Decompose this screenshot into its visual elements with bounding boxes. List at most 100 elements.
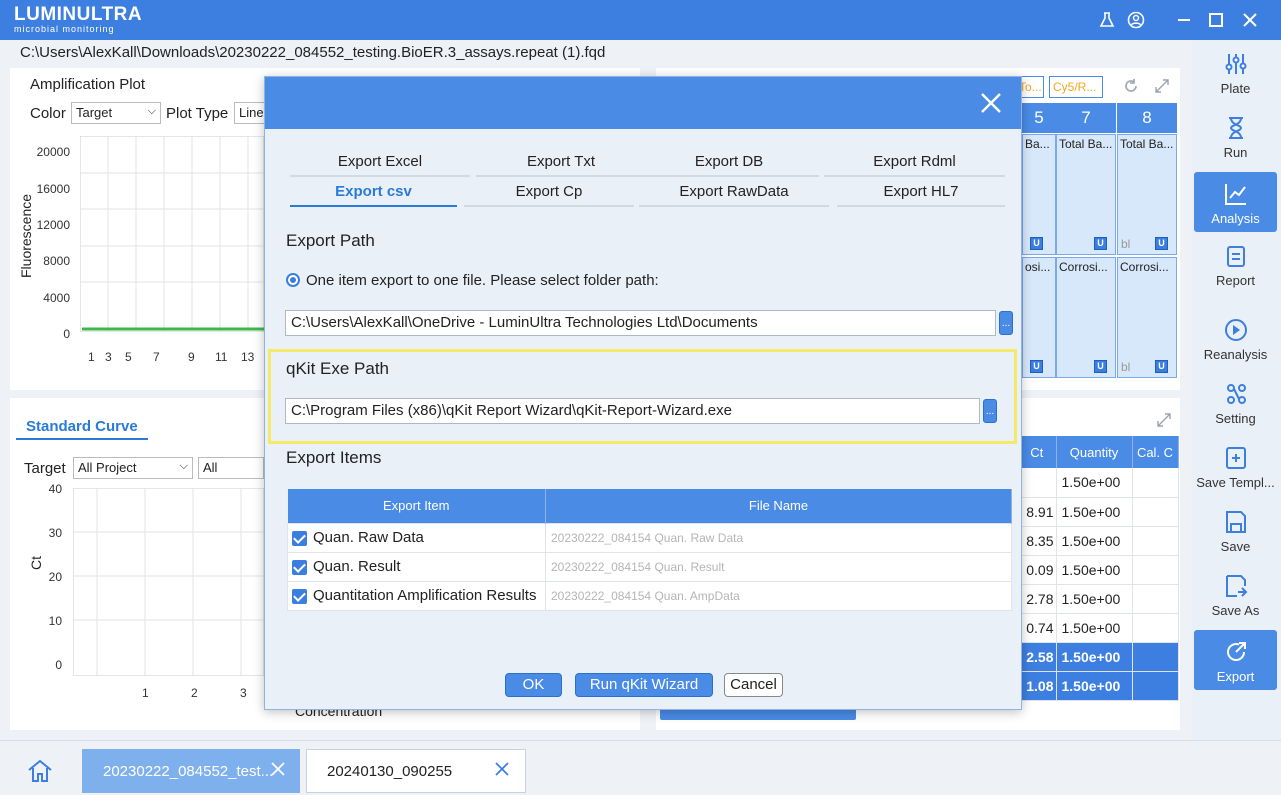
standard-curve-ylabel: Ct — [28, 556, 44, 570]
checkbox[interactable] — [292, 530, 307, 546]
close-icon[interactable] — [271, 762, 285, 780]
table-row[interactable]: 0.09 1.50e+00 — [1018, 555, 1179, 585]
file-tab-label: 20240130_090255 — [327, 762, 453, 780]
col-export-item: Export Item — [287, 489, 546, 523]
color-select[interactable]: Target ⌵ — [71, 102, 161, 124]
flask-icon[interactable] — [1095, 8, 1119, 32]
nav-export[interactable]: Export — [1194, 630, 1277, 690]
target-select-value: All Project — [78, 460, 137, 475]
file-tab-label: 20230222_084552_test... — [103, 762, 274, 780]
nav-reanalysis[interactable]: Reanalysis — [1194, 308, 1277, 368]
plate-well[interactable]: Corrosi... bl U — [1117, 257, 1177, 378]
cancel-button[interactable]: Cancel — [724, 673, 783, 697]
nav-run[interactable]: Run — [1194, 106, 1277, 166]
user-icon[interactable] — [1124, 8, 1148, 32]
plate-column-8[interactable]: 8 — [1117, 103, 1177, 133]
radio-one-file[interactable] — [286, 273, 300, 287]
target-select[interactable]: All Project ⌵ — [73, 457, 193, 479]
ok-button[interactable]: OK — [505, 673, 562, 697]
table-row[interactable]: Quan. Raw Data 20230222_084154 Quan. Raw … — [287, 522, 1012, 553]
tab-export-csv[interactable]: Export csv — [290, 181, 457, 207]
checkbox[interactable] — [292, 559, 307, 575]
cell-cal — [1132, 526, 1179, 556]
nav-analysis[interactable]: Analysis — [1194, 172, 1277, 232]
nav-save-as[interactable]: Save As — [1194, 564, 1277, 624]
y-tick-label: 0 — [55, 658, 62, 672]
export-path-browse-button[interactable]: ... — [999, 311, 1013, 335]
qkit-path-browse-button[interactable]: ... — [983, 399, 997, 423]
cell-quantity: 1.50e+00 — [1056, 555, 1133, 585]
table-row[interactable]: 8.91 1.50e+00 — [1018, 497, 1179, 527]
plate-well[interactable]: osi... U — [1022, 257, 1056, 378]
qkit-path-title: qKit Exe Path — [286, 359, 390, 378]
tab-export-txt[interactable]: Export Txt — [476, 151, 646, 177]
u-badge: U — [1094, 360, 1107, 373]
refresh-icon[interactable] — [1123, 78, 1139, 97]
tab-export-db[interactable]: Export DB — [639, 151, 819, 177]
nav-plate[interactable]: Plate — [1194, 42, 1277, 102]
plate-well[interactable]: Total Ba... bl U — [1117, 134, 1177, 255]
col-cal[interactable]: Cal. C — [1132, 436, 1179, 468]
table-row[interactable]: Quantitation Amplification Results 202302… — [287, 580, 1012, 611]
table-row[interactable]: Quan. Result 20230222_084154 Quan. Result — [287, 551, 1012, 582]
sliders-icon — [1225, 54, 1246, 74]
tab-standard-curve[interactable]: Standard Curve — [16, 418, 148, 440]
col-quantity[interactable]: Quantity — [1056, 436, 1133, 468]
tab-export-rawdata[interactable]: Export RawData — [639, 181, 829, 207]
plate-well[interactable]: Total Ba... U — [1056, 134, 1116, 255]
minimize-icon[interactable] — [1172, 8, 1196, 32]
plate-column-5[interactable]: 5 — [1022, 103, 1056, 133]
file-tab-active[interactable]: 20230222_084552_test... — [82, 749, 300, 793]
cell-file-name: 20230222_084154 Quan. Result — [545, 551, 1012, 582]
export-item-label: Quan. Result — [313, 558, 401, 575]
radio-label: One item export to one file. Please sele… — [306, 272, 659, 289]
plate-well[interactable]: Ba... U — [1022, 134, 1056, 255]
table-row[interactable]: 1.50e+00 — [1018, 468, 1179, 498]
cell-file-name: 20230222_084154 Quan. Raw Data — [545, 522, 1012, 553]
table-row[interactable]: 1.08 1.50e+00 — [1018, 671, 1179, 701]
checkbox[interactable] — [292, 588, 307, 604]
save-icon — [1225, 511, 1246, 533]
plate-toolbar-field-2[interactable]: Cy5/R... — [1049, 76, 1103, 98]
table-row[interactable]: 0.74 1.50e+00 — [1018, 613, 1179, 643]
export-icon — [1226, 642, 1246, 661]
tab-export-cp[interactable]: Export Cp — [464, 181, 634, 207]
export-path-input[interactable]: C:\Users\AlexKall\OneDrive - LuminUltra … — [285, 310, 996, 336]
qkit-path-input[interactable]: C:\Program Files (x86)\qKit Report Wizar… — [285, 398, 980, 424]
close-icon[interactable] — [979, 91, 1003, 115]
tab-export-excel[interactable]: Export Excel — [290, 151, 470, 177]
maximize-icon[interactable] — [1204, 8, 1228, 32]
tab-export-hl7[interactable]: Export HL7 — [837, 181, 1005, 207]
standard-curve-grid — [73, 488, 264, 676]
secondary-select[interactable]: All — [198, 457, 264, 479]
cell-cal — [1132, 584, 1179, 614]
close-icon[interactable] — [1238, 8, 1262, 32]
export-items-title: Export Items — [286, 448, 382, 467]
well-label: Ba... — [1025, 137, 1050, 151]
export-items-table: Export Item File Name Quan. Raw Data 2023… — [287, 489, 1012, 611]
cell-export-item: Quantitation Amplification Results — [287, 580, 546, 611]
expand-icon[interactable] — [1154, 78, 1170, 97]
home-icon[interactable] — [26, 757, 54, 788]
plate-well[interactable]: Corrosi... U — [1056, 257, 1116, 378]
y-tick-label: 4000 — [43, 291, 70, 305]
x-tick-label: 13 — [241, 350, 255, 364]
tab-export-rdml[interactable]: Export Rdml — [824, 151, 1005, 177]
plate-column-7[interactable]: 7 — [1056, 103, 1116, 133]
nav-reanalysis-label: Reanalysis — [1203, 347, 1268, 362]
nav-report[interactable]: Report — [1194, 234, 1277, 294]
nav-save[interactable]: Save — [1194, 500, 1277, 560]
file-tab[interactable]: 20240130_090255 — [306, 749, 526, 793]
nav-setting-label: Setting — [1215, 411, 1256, 426]
nav-save-template[interactable]: Save Templ... — [1194, 436, 1277, 496]
table-row[interactable]: 8.35 1.50e+00 — [1018, 526, 1179, 556]
cell-export-item: Quan. Raw Data — [287, 522, 546, 553]
close-icon[interactable] — [495, 762, 509, 780]
expand-icon[interactable] — [1156, 412, 1172, 431]
table-row[interactable]: 2.78 1.50e+00 — [1018, 584, 1179, 614]
nav-setting[interactable]: Setting — [1194, 372, 1277, 432]
col-ct[interactable]: Ct — [1018, 436, 1057, 468]
table-row[interactable]: 2.58 1.50e+00 — [1018, 642, 1179, 672]
run-qkit-wizard-button[interactable]: Run qKit Wizard — [575, 673, 713, 697]
nav-analysis-label: Analysis — [1211, 211, 1260, 226]
